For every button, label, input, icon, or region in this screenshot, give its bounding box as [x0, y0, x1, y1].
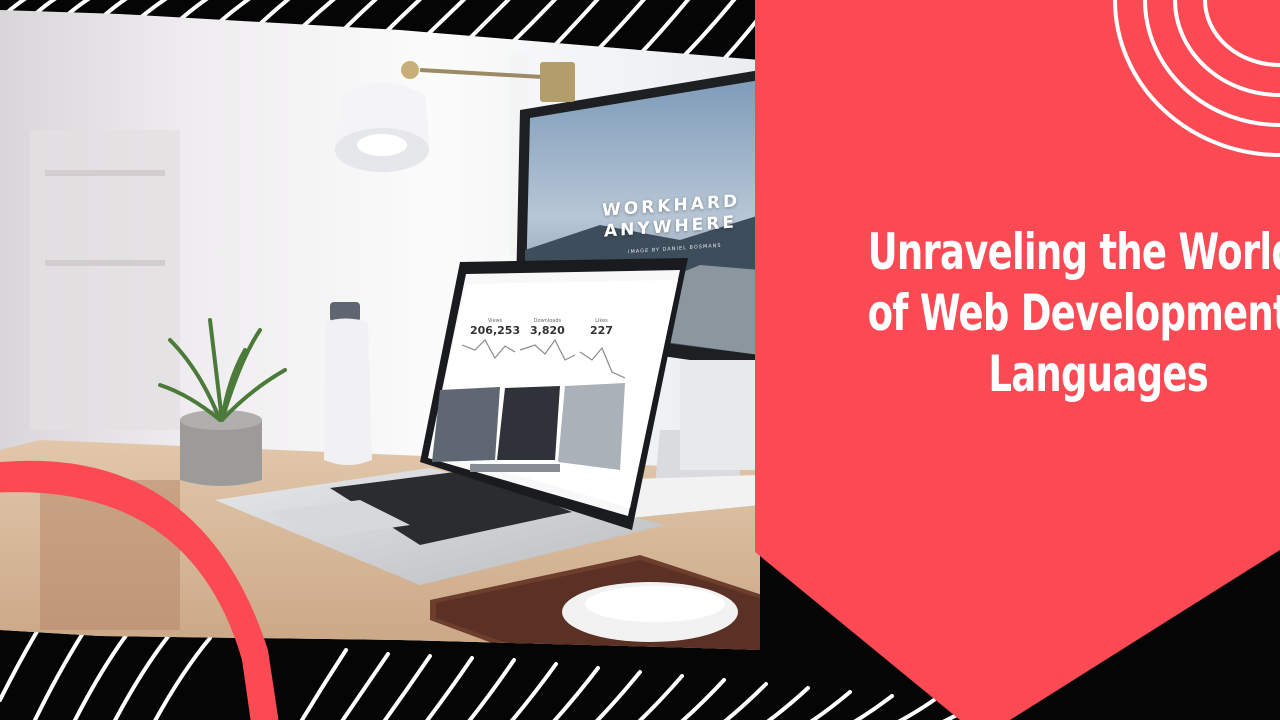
slide-title: Unraveling the World of Web Development …: [867, 222, 1280, 405]
title-line-1: Unraveling the World: [867, 223, 1280, 281]
slide: WORKHARD ANYWHERE IMAGE BY DANIEL BOSMAN…: [0, 0, 1280, 720]
title-line-3: Languages: [988, 345, 1208, 403]
bottom-left-arc: [0, 460, 279, 720]
title-line-2: of Web Development: [867, 284, 1280, 342]
